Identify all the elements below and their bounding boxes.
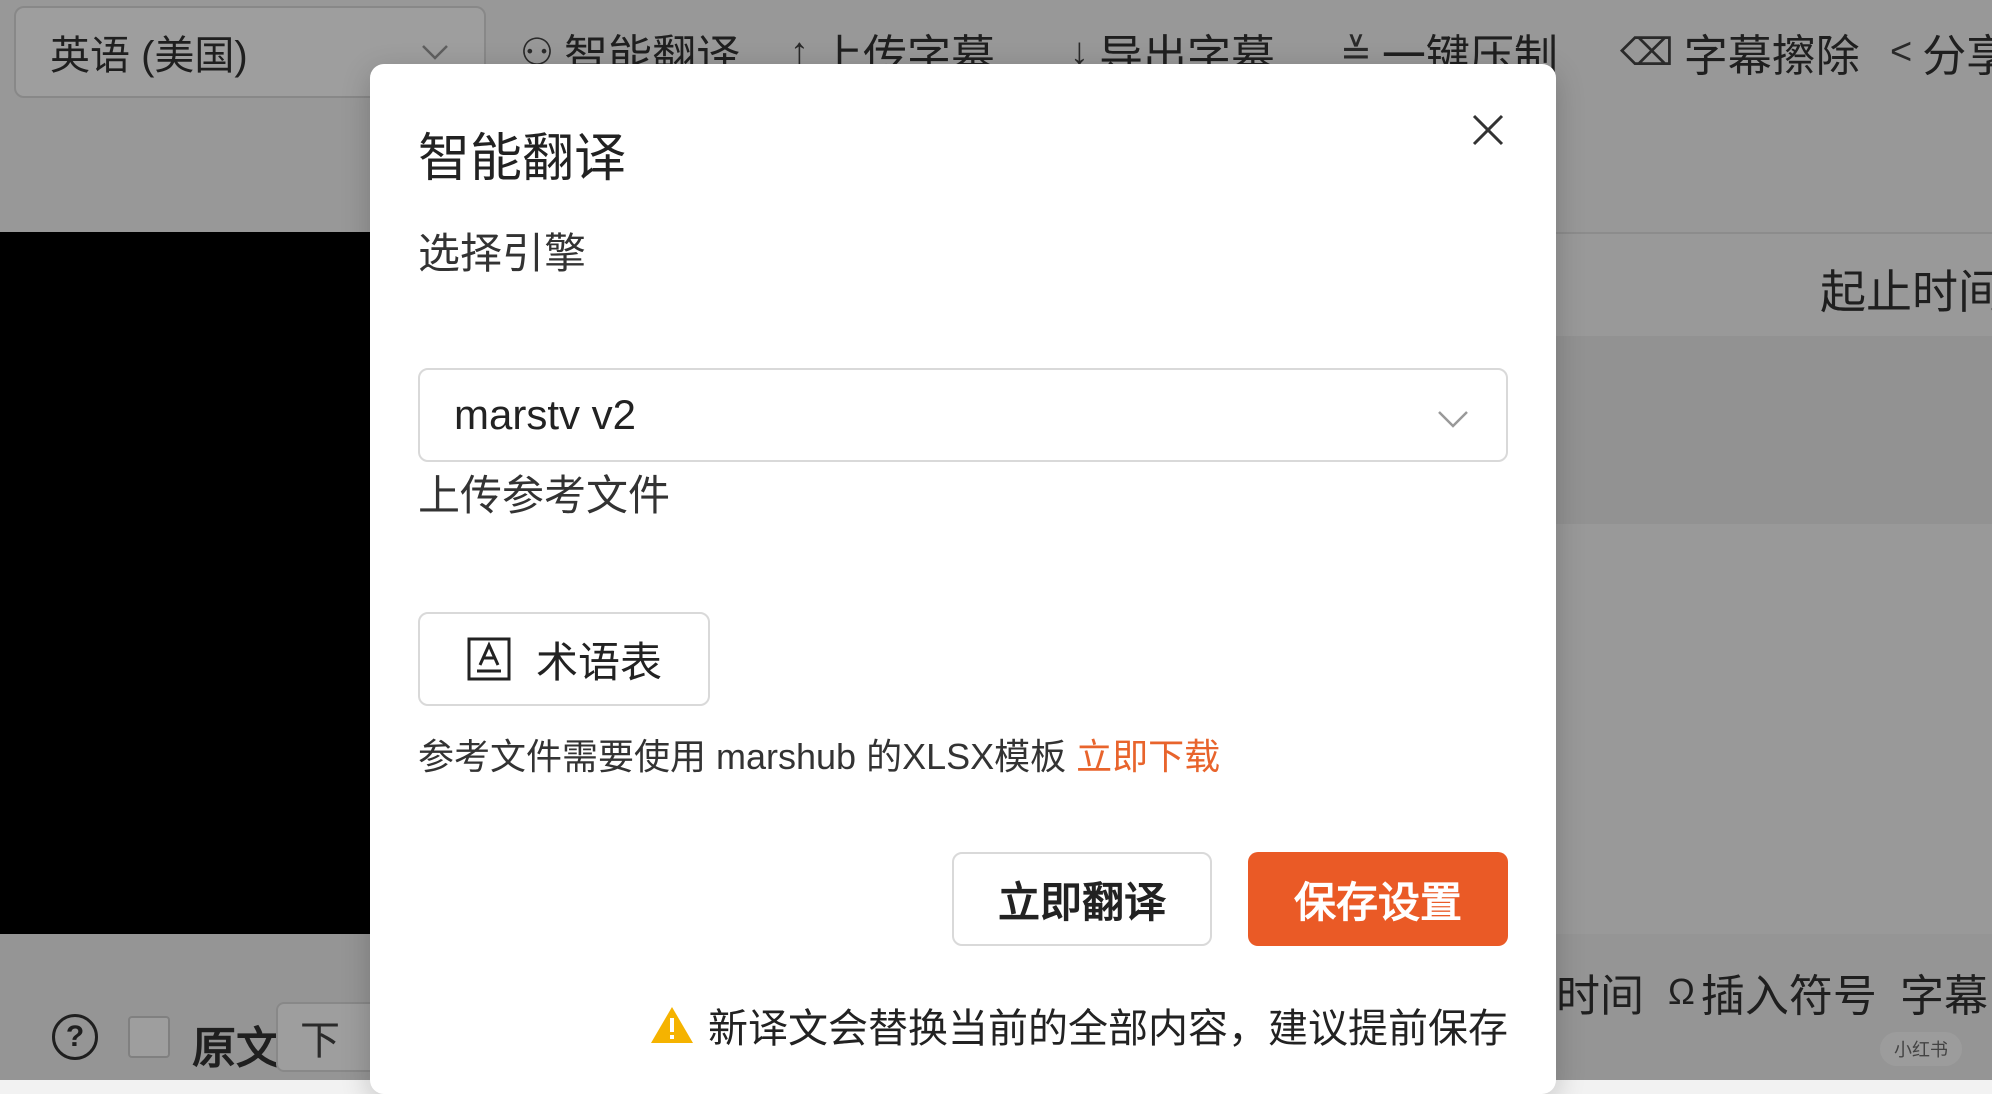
reference-hint-text: 参考文件需要使用 marshub 的XLSX模板 — [418, 736, 1077, 777]
replace-warning: 新译文会替换当前的全部内容，建议提前保存 — [650, 996, 1508, 1054]
translate-now-button[interactable]: 立即翻译 — [952, 852, 1212, 946]
download-template-link[interactable]: 立即下载 — [1076, 736, 1220, 777]
glossary-button[interactable]: 术语表 — [418, 612, 710, 706]
close-icon[interactable] — [1466, 108, 1510, 152]
engine-label: 选择引擎 — [418, 230, 587, 277]
warning-text: 新译文会替换当前的全部内容，建议提前保存 — [708, 1007, 1508, 1051]
engine-select-value: marstv v2 — [454, 391, 637, 438]
smart-translate-dialog: 智能翻译 选择引擎 marstv v2 上传参考文件 术语表 参考文件需要使用 … — [370, 64, 1556, 1094]
warning-icon — [651, 1007, 693, 1043]
dialog-title: 智能翻译 — [418, 130, 627, 188]
reference-file-label: 上传参考文件 — [418, 472, 671, 519]
glossary-icon — [467, 637, 511, 681]
glossary-button-label: 术语表 — [535, 638, 662, 686]
reference-hint: 参考文件需要使用 marshub 的XLSX模板 立即下载 — [418, 728, 1220, 780]
chevron-down-icon — [1438, 411, 1468, 428]
engine-select[interactable]: marstv v2 — [418, 368, 1508, 462]
save-settings-button[interactable]: 保存设置 — [1248, 852, 1508, 946]
